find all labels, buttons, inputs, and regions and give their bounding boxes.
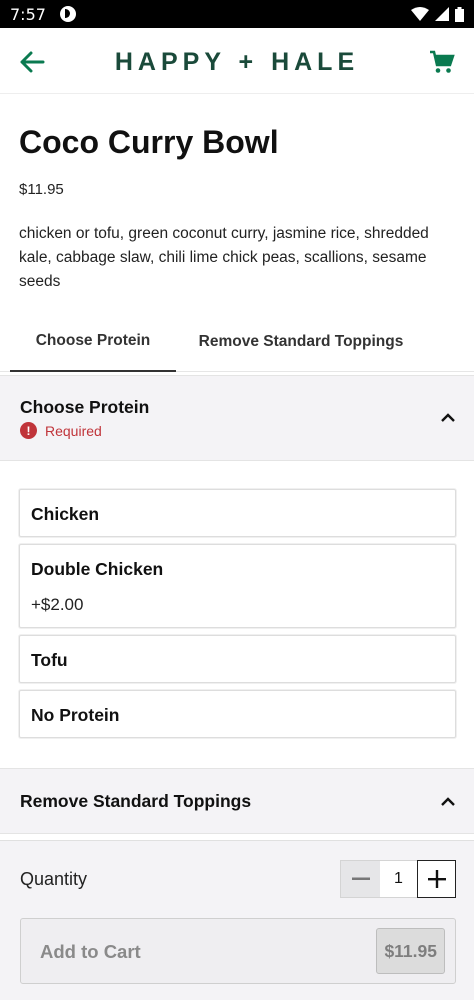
modifier-tabs: Choose Protein Remove Standard Toppings [0,312,474,372]
alert-icon: ! [20,422,37,439]
status-bar: 7:57 [0,0,474,28]
wifi-icon [411,7,429,21]
order-footer: Quantity 1 Add to Cart $11.95 [0,840,474,1000]
option-label: Tofu [31,650,68,670]
quantity-value: 1 [380,860,417,898]
product-description: chicken or tofu, green coconut curry, ja… [19,225,429,290]
logo-word-happy: HAPPY [114,48,226,76]
battery-icon [455,6,464,22]
product-price: $11.95 [19,181,64,198]
status-time: 7:57 [10,4,46,24]
option-tofu[interactable]: Tofu [19,635,456,683]
increase-quantity-button[interactable] [417,860,456,898]
add-to-cart-button[interactable]: Add to Cart $11.95 [20,918,456,984]
signal-icon [435,7,449,21]
tab-choose-protein[interactable]: Choose Protein [10,312,176,372]
option-chicken[interactable]: Chicken [19,489,456,537]
minus-icon [351,877,370,880]
logo-plus: + [238,48,259,76]
required-label: Required [45,422,102,439]
required-indicator: ! Required [20,422,102,439]
cart-button[interactable] [424,44,460,80]
option-no-protein[interactable]: No Protein [19,690,456,738]
option-label: Chicken [31,504,100,524]
section-title: Remove Standard Toppings [20,791,252,811]
option-double-chicken[interactable]: Double Chicken +$2.00 [19,544,456,628]
option-label: No Protein [31,705,120,725]
quantity-stepper: 1 [340,860,456,898]
decrease-quantity-button[interactable] [340,860,380,898]
tab-remove-standard-toppings[interactable]: Remove Standard Toppings [176,312,426,372]
status-icons [411,6,464,22]
app-notification-icon [59,6,76,22]
shopping-cart-icon [430,50,455,73]
brand-logo: HAPPY + HALE [0,48,474,77]
option-label: Double Chicken [31,559,164,579]
plus-icon [427,870,446,888]
option-price: +$2.00 [31,595,84,614]
product-title: Coco Curry Bowl [19,124,279,160]
quantity-label: Quantity [20,869,88,889]
app-bar: HAPPY + HALE [0,28,474,94]
chevron-up-icon[interactable] [440,794,456,810]
cart-total-price: $11.95 [376,928,445,974]
chevron-up-icon[interactable] [440,410,456,426]
section-title: Choose Protein [20,397,150,417]
add-to-cart-label: Add to Cart [40,941,141,962]
remove-toppings-header[interactable]: Remove Standard Toppings [0,768,474,834]
choose-protein-header[interactable]: Choose Protein ! Required [0,375,474,461]
logo-word-hale: HALE [271,48,360,76]
